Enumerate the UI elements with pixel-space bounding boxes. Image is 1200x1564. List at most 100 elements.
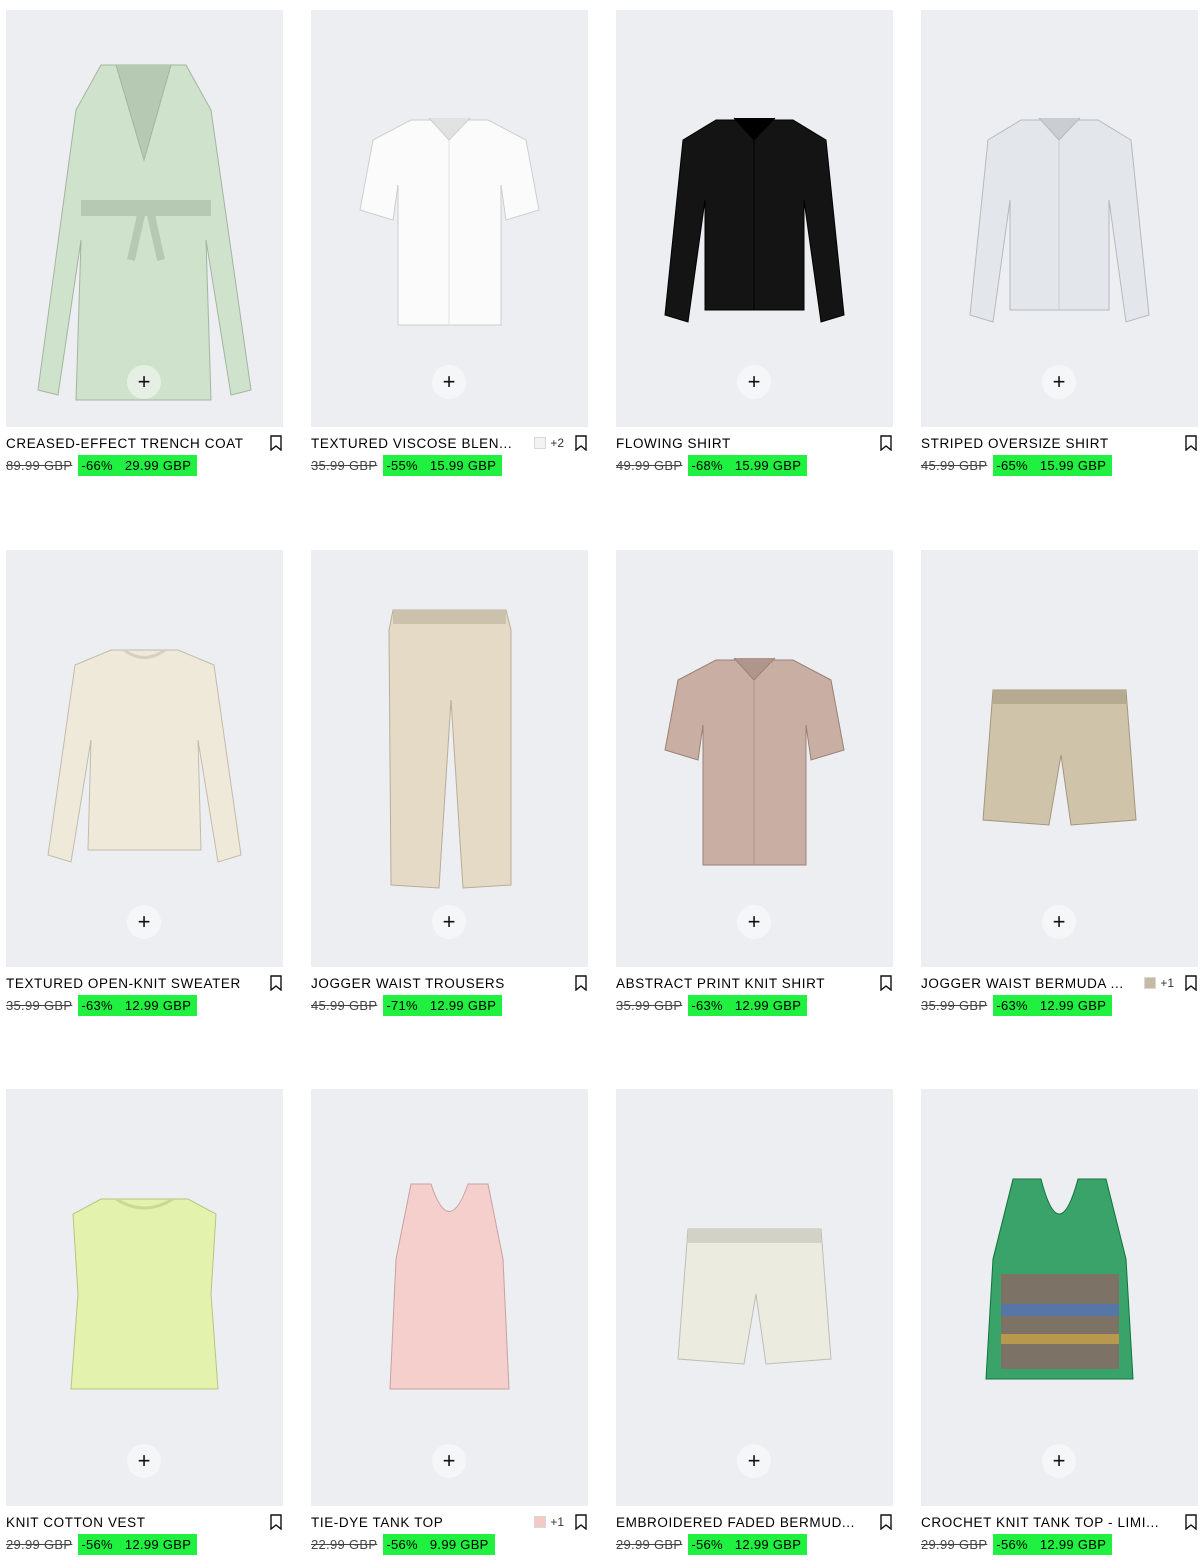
plus-icon: + xyxy=(442,1448,456,1473)
product-name[interactable]: EMBROIDERED FADED BERMUD... xyxy=(616,1515,873,1530)
bookmark-icon[interactable] xyxy=(1184,435,1198,451)
plus-icon: + xyxy=(442,909,456,934)
product-image[interactable]: + xyxy=(616,1089,893,1506)
product-name-row: JOGGER WAIST BERMUDA ... +1 xyxy=(921,974,1198,992)
sale-price: 12.99 GBP xyxy=(1039,1537,1107,1552)
bookmark-icon[interactable] xyxy=(1184,975,1198,991)
product-image[interactable]: + xyxy=(921,10,1198,427)
more-colors-count: +1 xyxy=(1160,976,1174,990)
add-to-cart-button[interactable]: + xyxy=(432,1444,466,1478)
sale-price: 12.99 GBP xyxy=(429,998,497,1013)
price-row: 49.99 GBP -68% 15.99 GBP xyxy=(616,455,808,476)
plus-icon: + xyxy=(1052,369,1066,394)
price-row: 89.99 GBP -66% 29.99 GBP xyxy=(6,455,198,476)
product-name[interactable]: FLOWING SHIRT xyxy=(616,436,873,451)
bookmark-icon[interactable] xyxy=(879,1514,893,1530)
original-price: 35.99 GBP xyxy=(616,998,683,1013)
sale-price: 12.99 GBP xyxy=(1039,998,1107,1013)
bookmark-icon[interactable] xyxy=(269,975,283,991)
product-name[interactable]: CREASED-EFFECT TRENCH COAT xyxy=(6,436,263,451)
plus-icon: + xyxy=(137,1448,151,1473)
original-price: 45.99 GBP xyxy=(921,458,988,473)
discount-percent: -63% xyxy=(996,998,1028,1013)
product-name[interactable]: ABSTRACT PRINT KNIT SHIRT xyxy=(616,976,873,991)
price-row: 35.99 GBP -63% 12.99 GBP xyxy=(616,995,808,1016)
bookmark-icon[interactable] xyxy=(879,975,893,991)
original-price: 29.99 GBP xyxy=(6,1537,73,1552)
product-image[interactable]: + xyxy=(6,10,283,427)
bookmark-icon[interactable] xyxy=(574,1514,588,1530)
product-image[interactable]: + xyxy=(616,550,893,967)
product-name[interactable]: TEXTURED VISCOSE BLEN... xyxy=(311,436,528,451)
original-price: 29.99 GBP xyxy=(921,1537,988,1552)
bookmark-icon[interactable] xyxy=(269,1514,283,1530)
sale-badge: -65% 15.99 GBP xyxy=(993,455,1113,476)
add-to-cart-button[interactable]: + xyxy=(737,365,771,399)
sale-badge: -71% 12.99 GBP xyxy=(383,995,503,1016)
more-colors-count: +2 xyxy=(550,436,564,450)
sale-price: 12.99 GBP xyxy=(734,998,802,1013)
price-row: 35.99 GBP -63% 12.99 GBP xyxy=(921,995,1113,1016)
plus-icon: + xyxy=(442,369,456,394)
price-row: 29.99 GBP -56% 12.99 GBP xyxy=(921,1534,1113,1555)
discount-percent: -55% xyxy=(386,458,418,473)
price-row: 29.99 GBP -56% 12.99 GBP xyxy=(6,1534,198,1555)
product-image[interactable]: + xyxy=(6,1089,283,1506)
sale-price: 9.99 GBP xyxy=(429,1537,489,1552)
add-to-cart-button[interactable]: + xyxy=(127,905,161,939)
product-name-row: CREASED-EFFECT TRENCH COAT xyxy=(6,434,283,452)
color-swatch[interactable] xyxy=(534,1516,547,1528)
discount-percent: -63% xyxy=(81,998,113,1013)
sale-price: 12.99 GBP xyxy=(124,998,192,1013)
original-price: 35.99 GBP xyxy=(311,458,378,473)
product-image[interactable]: + xyxy=(311,1089,588,1506)
product-name[interactable]: CROCHET KNIT TANK TOP - LIMI... xyxy=(921,1515,1178,1530)
sale-price: 12.99 GBP xyxy=(734,1537,802,1552)
price-row: 45.99 GBP -65% 15.99 GBP xyxy=(921,455,1113,476)
add-to-cart-button[interactable]: + xyxy=(432,365,466,399)
bookmark-icon[interactable] xyxy=(1184,1514,1198,1530)
plus-icon: + xyxy=(1052,1448,1066,1473)
price-row: 22.99 GBP -56% 9.99 GBP xyxy=(311,1534,495,1555)
product-image[interactable]: + xyxy=(311,10,588,427)
sale-price: 15.99 GBP xyxy=(734,458,802,473)
add-to-cart-button[interactable]: + xyxy=(1042,365,1076,399)
product-name[interactable]: KNIT COTTON VEST xyxy=(6,1515,263,1530)
add-to-cart-button[interactable]: + xyxy=(432,905,466,939)
discount-percent: -65% xyxy=(996,458,1028,473)
bookmark-icon[interactable] xyxy=(879,435,893,451)
product-name-row: ABSTRACT PRINT KNIT SHIRT xyxy=(616,974,893,992)
color-swatch[interactable] xyxy=(534,437,547,449)
color-swatch[interactable] xyxy=(1144,977,1157,989)
add-to-cart-button[interactable]: + xyxy=(1042,1444,1076,1478)
product-name-row: EMBROIDERED FADED BERMUD... xyxy=(616,1513,893,1531)
product-name-row: FLOWING SHIRT xyxy=(616,434,893,452)
sale-badge: -56% 12.99 GBP xyxy=(78,1534,198,1555)
add-to-cart-button[interactable]: + xyxy=(127,365,161,399)
product-name[interactable]: TIE-DYE TANK TOP xyxy=(311,1515,528,1530)
bookmark-icon[interactable] xyxy=(574,975,588,991)
product-name[interactable]: JOGGER WAIST BERMUDA ... xyxy=(921,976,1138,991)
original-price: 89.99 GBP xyxy=(6,458,73,473)
product-image[interactable]: + xyxy=(6,550,283,967)
price-row: 29.99 GBP -56% 12.99 GBP xyxy=(616,1534,808,1555)
plus-icon: + xyxy=(747,369,761,394)
original-price: 29.99 GBP xyxy=(616,1537,683,1552)
product-image[interactable]: + xyxy=(921,1089,1198,1506)
bookmark-icon[interactable] xyxy=(574,435,588,451)
product-image[interactable]: + xyxy=(616,10,893,427)
add-to-cart-button[interactable]: + xyxy=(127,1444,161,1478)
plus-icon: + xyxy=(1052,909,1066,934)
product-name[interactable]: JOGGER WAIST TROUSERS xyxy=(311,976,568,991)
bookmark-icon[interactable] xyxy=(269,435,283,451)
sale-badge: -68% 15.99 GBP xyxy=(688,455,808,476)
add-to-cart-button[interactable]: + xyxy=(737,1444,771,1478)
add-to-cart-button[interactable]: + xyxy=(1042,905,1076,939)
original-price: 35.99 GBP xyxy=(6,998,73,1013)
product-name[interactable]: TEXTURED OPEN-KNIT SWEATER xyxy=(6,976,263,991)
product-image[interactable]: + xyxy=(921,550,1198,967)
product-image[interactable]: + xyxy=(311,550,588,967)
add-to-cart-button[interactable]: + xyxy=(737,905,771,939)
product-name[interactable]: STRIPED OVERSIZE SHIRT xyxy=(921,436,1178,451)
sale-badge: -56% 9.99 GBP xyxy=(383,1534,495,1555)
